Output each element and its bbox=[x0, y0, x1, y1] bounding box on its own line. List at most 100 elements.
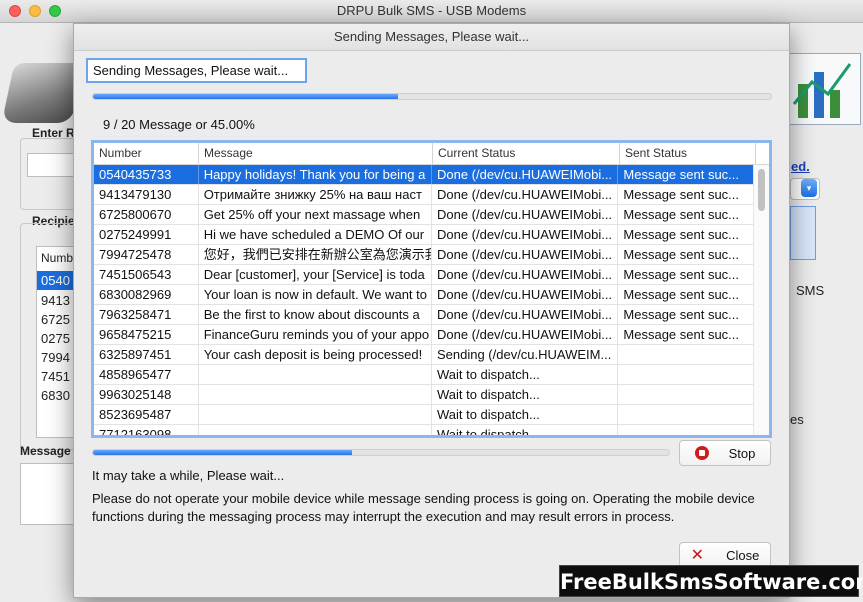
dialog-title: Sending Messages, Please wait... bbox=[74, 24, 789, 51]
minimize-window-button[interactable] bbox=[29, 5, 41, 17]
table-row[interactable]: 7712163098 Wait to dispatch... bbox=[94, 425, 754, 435]
batch-progress-fill bbox=[93, 450, 353, 455]
close-icon: ✕ bbox=[690, 547, 705, 564]
cell-message: Be the first to know about discounts a bbox=[199, 305, 432, 324]
recipient-number: 6725 bbox=[41, 312, 70, 327]
cell-current-status: Done (/dev/cu.HUAWEIMobi... bbox=[432, 265, 619, 284]
cell-sent-status: Message sent suc... bbox=[618, 185, 754, 204]
overall-progress-fill bbox=[93, 94, 399, 99]
cell-number: 7451506543 bbox=[94, 265, 199, 284]
table-row[interactable]: 0275249991 Hi we have scheduled a DEMO Of… bbox=[94, 225, 754, 245]
cell-sent-status: Message sent suc... bbox=[618, 265, 754, 284]
recipients-list[interactable]: Numb 0540 9413 6725 0275 7994 7451 6830 bbox=[36, 246, 78, 438]
cell-message bbox=[199, 385, 432, 404]
messages-table[interactable]: Number Message Current Status Sent Statu… bbox=[91, 140, 772, 438]
cell-message: FinanceGuru reminds you of your appo bbox=[199, 325, 432, 344]
cell-number: 6830082969 bbox=[94, 285, 199, 304]
cell-sent-status: Message sent suc... bbox=[618, 205, 754, 224]
cell-sent-status: Message sent suc... bbox=[618, 325, 754, 344]
batch-progress-bar bbox=[92, 449, 670, 456]
cell-number: 6325897451 bbox=[94, 345, 199, 364]
table-row[interactable]: 6325897451 Your cash deposit is being pro… bbox=[94, 345, 754, 365]
background-dropdown[interactable]: ▾ bbox=[790, 178, 820, 200]
cell-number: 7994725478 bbox=[94, 245, 199, 264]
table-body: 0540435733 Happy holidays! Thank you for … bbox=[94, 165, 754, 435]
cell-number: 9963025148 bbox=[94, 385, 199, 404]
cell-sent-status: Message sent suc... bbox=[618, 225, 754, 244]
cell-sent-status: Message sent suc... bbox=[618, 165, 754, 184]
recipients-number-header: Numb bbox=[41, 251, 74, 265]
cell-message bbox=[199, 405, 432, 424]
cell-current-status: Done (/dev/cu.HUAWEIMobi... bbox=[432, 305, 619, 324]
table-header: Number Message Current Status Sent Statu… bbox=[94, 143, 769, 165]
message-count-text: 9 / 20 Message or 45.00% bbox=[103, 117, 255, 132]
watermark-banner: FreeBulkSmsSoftware.com bbox=[559, 565, 863, 597]
report-chart-icon bbox=[789, 53, 861, 125]
cell-sent-status bbox=[618, 365, 754, 384]
column-header-sent-status[interactable]: Sent Status bbox=[620, 143, 756, 164]
cell-current-status: Wait to dispatch... bbox=[432, 365, 619, 384]
cell-number: 9413479130 bbox=[94, 185, 199, 204]
cell-current-status: Done (/dev/cu.HUAWEIMobi... bbox=[432, 185, 619, 204]
background-sms-text: SMS bbox=[796, 283, 825, 298]
table-row[interactable]: 4858965477 Wait to dispatch... bbox=[94, 365, 754, 385]
table-row[interactable]: 8523695487 Wait to dispatch... bbox=[94, 405, 754, 425]
scrollbar-thumb[interactable] bbox=[758, 169, 765, 211]
background-side-button[interactable] bbox=[790, 206, 816, 260]
cell-message: Dear [customer], your [Service] is toda bbox=[199, 265, 432, 284]
cell-current-status: Done (/dev/cu.HUAWEIMobi... bbox=[432, 245, 619, 264]
column-header-current-status[interactable]: Current Status bbox=[433, 143, 620, 164]
cell-number: 9658475215 bbox=[94, 325, 199, 344]
stop-icon bbox=[694, 446, 709, 460]
usb-modem-icon bbox=[1, 63, 85, 123]
cell-sent-status: Message sent suc... bbox=[618, 285, 754, 304]
cell-message: Отримайте знижку 25% на ваш наст bbox=[199, 185, 432, 204]
table-row[interactable]: 7451506543 Dear [customer], your [Service… bbox=[94, 265, 754, 285]
cell-current-status: Done (/dev/cu.HUAWEIMobi... bbox=[432, 325, 619, 344]
table-row[interactable]: 7994725478 您好，我們已安排在新辦公室為您演示我 Done (/dev/c… bbox=[94, 245, 754, 265]
cell-number: 0540435733 bbox=[94, 165, 199, 184]
window-title: DRPU Bulk SMS - USB Modems bbox=[336, 3, 527, 18]
background-link[interactable]: ed. bbox=[791, 159, 810, 174]
recipient-input[interactable] bbox=[27, 153, 77, 177]
table-row[interactable]: 6725800670 Get 25% off your next massage … bbox=[94, 205, 754, 225]
column-header-number[interactable]: Number bbox=[94, 143, 199, 164]
cell-message: Get 25% off your next massage when bbox=[199, 205, 432, 224]
table-row[interactable]: 6830082969 Your loan is now in default. W… bbox=[94, 285, 754, 305]
cell-sent-status bbox=[618, 345, 754, 364]
table-row[interactable]: 0540435733 Happy holidays! Thank you for … bbox=[94, 165, 754, 185]
stop-button[interactable]: Stop bbox=[679, 440, 771, 466]
message-label: Message bbox=[20, 444, 71, 458]
cell-number: 7712163098 bbox=[94, 425, 199, 435]
cell-sent-status: Message sent suc... bbox=[618, 305, 754, 324]
warning-note: Please do not operate your mobile device… bbox=[92, 491, 755, 524]
cell-message: Your cash deposit is being processed! bbox=[199, 345, 432, 364]
cell-current-status: Done (/dev/cu.HUAWEIMobi... bbox=[432, 285, 619, 304]
cell-sent-status bbox=[618, 385, 754, 404]
cell-current-status: Wait to dispatch... bbox=[432, 405, 619, 424]
sending-dialog: Sending Messages, Please wait... Sending… bbox=[73, 23, 790, 598]
stop-button-label: Stop bbox=[728, 445, 756, 461]
cell-number: 8523695487 bbox=[94, 405, 199, 424]
recipient-number: 7451 bbox=[41, 369, 70, 384]
cell-message: Happy holidays! Thank you for being a bbox=[199, 165, 432, 184]
table-row[interactable]: 9413479130 Отримайте знижку 25% на ваш на… bbox=[94, 185, 754, 205]
cell-current-status: Done (/dev/cu.HUAWEIMobi... bbox=[432, 165, 619, 184]
main-titlebar: DRPU Bulk SMS - USB Modems bbox=[0, 0, 863, 23]
chevron-down-icon: ▾ bbox=[801, 179, 817, 197]
message-textarea[interactable] bbox=[20, 463, 78, 525]
cell-number: 7963258471 bbox=[94, 305, 199, 324]
table-row[interactable]: 9963025148 Wait to dispatch... bbox=[94, 385, 754, 405]
zoom-window-button[interactable] bbox=[49, 5, 61, 17]
close-window-button[interactable] bbox=[9, 5, 21, 17]
cell-sent-status bbox=[618, 425, 754, 435]
cell-message bbox=[199, 365, 432, 384]
recipient-number: 0275 bbox=[41, 331, 70, 346]
recipient-number: 9413 bbox=[41, 293, 70, 308]
cell-sent-status bbox=[618, 405, 754, 424]
recipient-number: 7994 bbox=[41, 350, 70, 365]
table-scrollbar[interactable] bbox=[753, 165, 769, 435]
column-header-message[interactable]: Message bbox=[199, 143, 433, 164]
table-row[interactable]: 7963258471 Be the first to know about dis… bbox=[94, 305, 754, 325]
table-row[interactable]: 9658475215 FinanceGuru reminds you of you… bbox=[94, 325, 754, 345]
